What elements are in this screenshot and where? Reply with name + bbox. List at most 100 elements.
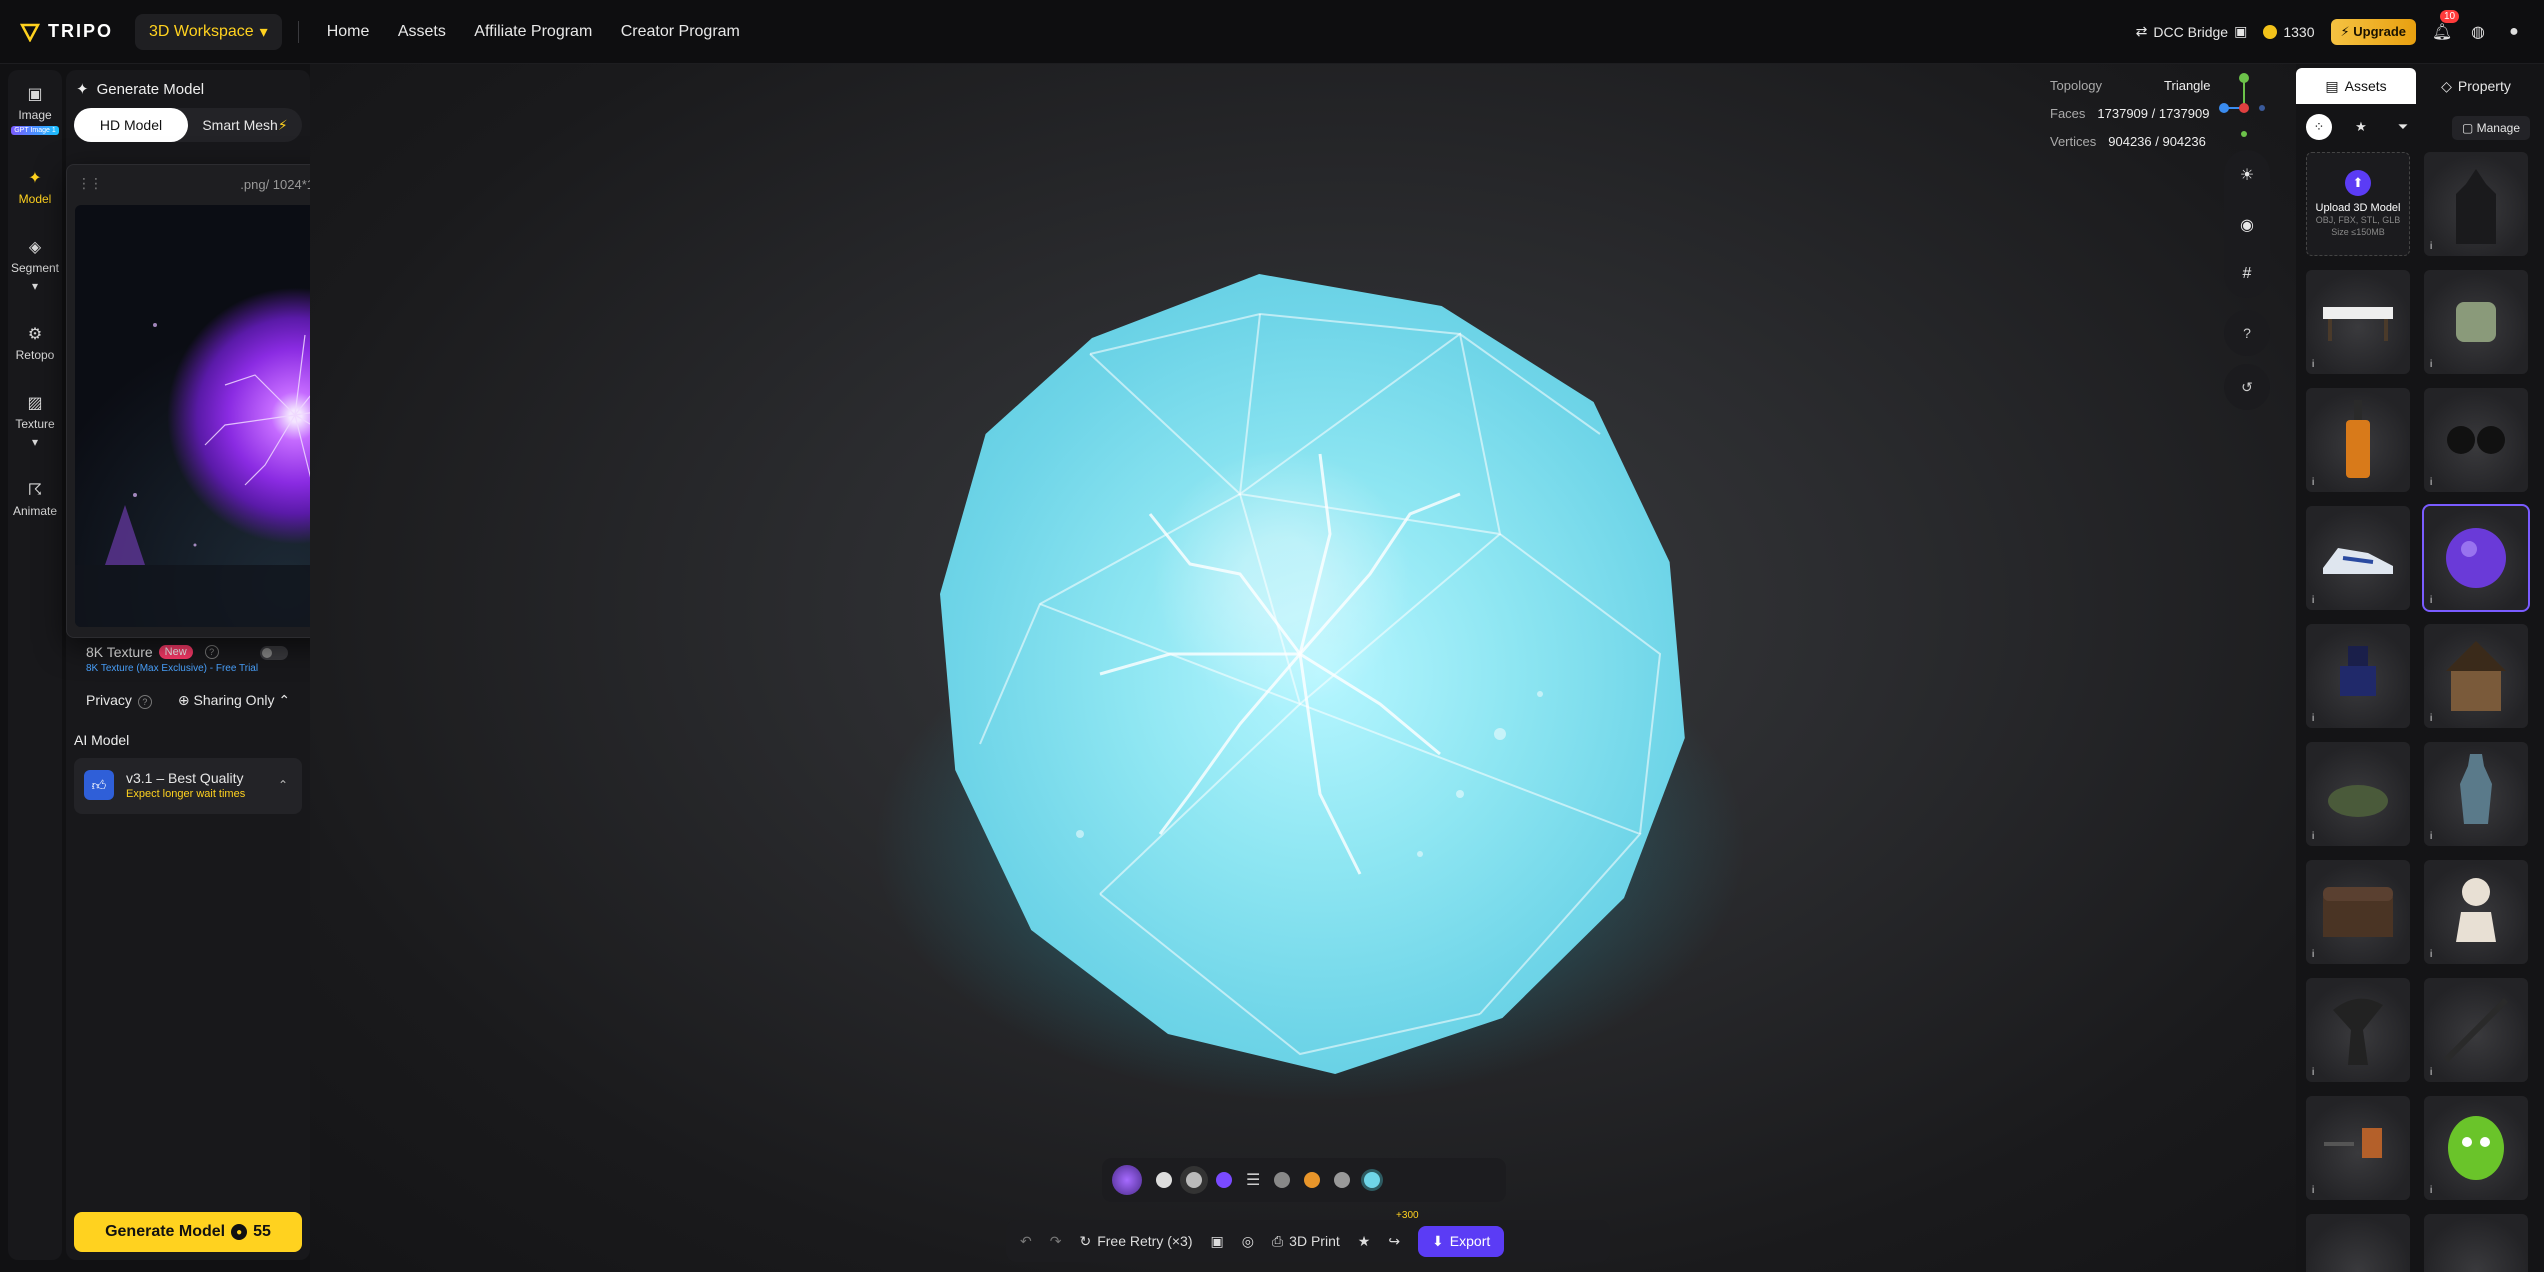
star-icon[interactable]: ★ [2348, 114, 2374, 140]
privacy-select[interactable]: ⊕ Sharing Only ⌃ [178, 692, 290, 709]
language-button[interactable]: ◍ [2468, 22, 2488, 42]
texture-preview-icon[interactable] [1112, 1165, 1142, 1195]
info-icon[interactable]: i [2312, 713, 2314, 724]
account-button[interactable]: ● [2504, 22, 2524, 42]
info-icon[interactable]: i [2430, 241, 2432, 252]
asset-alien[interactable]: i [2306, 978, 2410, 1082]
info-icon[interactable]: i [2312, 477, 2314, 488]
matcap-purple-icon[interactable] [1216, 1172, 1232, 1188]
asset-bottle[interactable]: i [2306, 388, 2410, 492]
share-icon[interactable]: ↪ [1388, 1233, 1400, 1250]
asset-crystal-orb[interactable]: i [2422, 504, 2530, 612]
nav-home[interactable]: Home [327, 23, 370, 40]
retopo-icon: ⚙ [27, 326, 43, 343]
vertices-value: 904236 / 904236 [2108, 134, 2206, 149]
tab-property[interactable]: ◇ Property [2416, 68, 2536, 104]
axis-gizmo-icon[interactable] [2210, 68, 2270, 138]
asset-figure-b[interactable]: i [2424, 1214, 2528, 1272]
asset-rocks[interactable]: i [2306, 742, 2410, 846]
info-icon[interactable]: i [2312, 1185, 2314, 1196]
mode-hd-model[interactable]: HD Model [74, 108, 188, 142]
matcap-cyan-icon[interactable] [1364, 1172, 1381, 1188]
generate-model-button[interactable]: Generate Model ● 55 [74, 1212, 302, 1252]
info-icon[interactable]: i [2312, 831, 2314, 842]
segment-icon: ◈ [28, 239, 42, 256]
workspace-dropdown[interactable]: 3D Workspace ▾ [135, 13, 282, 50]
info-icon[interactable]: i [2312, 1067, 2314, 1078]
3d-print-button[interactable]: ⎙ 3D Print [1272, 1233, 1340, 1250]
tool-image[interactable]: ▣ Image GPT Image 1 [8, 70, 62, 148]
star-icon[interactable]: ★ [1358, 1233, 1371, 1250]
info-icon[interactable]: i [2312, 595, 2314, 606]
asset-vase[interactable]: i [2424, 742, 2528, 846]
asset-sword[interactable]: i [2424, 978, 2528, 1082]
nav-affiliate[interactable]: Affiliate Program [474, 23, 592, 40]
matcap-silver-icon[interactable] [1334, 1172, 1351, 1188]
asset-figure-a[interactable]: i [2306, 1214, 2410, 1272]
asset-green-creature[interactable]: i [2424, 1096, 2528, 1200]
asset-chest[interactable]: i [2306, 860, 2410, 964]
bell-icon: 🔔︎ [2431, 23, 2453, 41]
manage-button[interactable]: ▢ Manage [2451, 116, 2530, 140]
matcap-white-icon[interactable] [1156, 1172, 1172, 1188]
dcc-bridge-button[interactable]: ⇄ DCC Bridge ▣ [2136, 23, 2248, 40]
upgrade-button[interactable]: ⚡ Upgrade [2330, 18, 2416, 45]
info-icon[interactable]: i [2430, 713, 2432, 724]
matcap-clay-icon[interactable] [1274, 1172, 1291, 1188]
view-icon[interactable]: ◎ [1242, 1233, 1254, 1250]
vertices-row: Vertices 904236 / 904236 [2050, 128, 2211, 156]
grid-icon[interactable]: # [2224, 250, 2270, 298]
nav-assets[interactable]: Assets [398, 23, 446, 40]
help-icon[interactable]: ? [137, 695, 152, 709]
nav-creator[interactable]: Creator Program [621, 23, 740, 40]
tool-model[interactable]: ✦ Model [8, 148, 62, 226]
asset-castle[interactable]: i [2424, 152, 2528, 256]
help-icon[interactable]: ? [204, 645, 219, 659]
asset-chair-table[interactable]: i [2306, 1096, 2410, 1200]
undo-icon[interactable]: ↶ [1020, 1233, 1032, 1250]
credits-display[interactable]: 1330 [2263, 24, 2315, 40]
notifications-button[interactable]: 🔔︎ 10 [2431, 9, 2460, 42]
help-button[interactable]: ? [2224, 310, 2270, 356]
light-icon[interactable]: ☀ [2224, 150, 2270, 200]
asset-robot[interactable]: i [2306, 624, 2410, 728]
asset-bust[interactable]: i [2424, 860, 2528, 964]
info-icon[interactable]: i [2430, 595, 2432, 606]
asset-earbuds[interactable]: i [2424, 388, 2528, 492]
export-button[interactable]: +300 ⬇ Export [1396, 1210, 1505, 1257]
upload-3d-model[interactable]: ⬆ Upload 3D Model OBJ, FBX, STL, GLB Siz… [2306, 152, 2410, 256]
info-icon[interactable]: i [2430, 831, 2432, 842]
3d-viewport[interactable]: Topology Triangle Faces 1737909 / 1737909 … [310, 64, 2300, 1272]
tool-animate[interactable]: ☈ Animate [8, 460, 62, 538]
grid-view-icon[interactable]: ⁘ [2306, 114, 2332, 140]
info-icon[interactable]: i [2430, 949, 2432, 960]
tab-assets[interactable]: ▤ Assets [2296, 68, 2416, 104]
info-icon[interactable]: i [2430, 477, 2432, 488]
asset-sneaker[interactable]: i [2306, 506, 2410, 610]
info-icon[interactable]: i [2312, 949, 2314, 960]
ai-model-select[interactable]: 👍︎ v3.1 – Best Quality Expect longer wai… [74, 758, 302, 814]
redo-icon[interactable]: ↷ [1050, 1233, 1062, 1250]
matcap-gray-icon[interactable] [1186, 1172, 1202, 1188]
camera-icon[interactable]: ◉ [2224, 200, 2270, 250]
info-icon[interactable]: i [2430, 1067, 2432, 1078]
matcap-orange-icon[interactable] [1304, 1172, 1321, 1188]
free-retry-button[interactable]: ↻ Free Retry (×3) [1079, 1233, 1192, 1250]
brand-logo[interactable]: TRIPO [20, 21, 113, 42]
sliders-icon[interactable]: ☰ [1246, 1170, 1260, 1190]
asset-house[interactable]: i [2424, 624, 2528, 728]
question-icon: ? [2243, 325, 2251, 341]
tool-segment[interactable]: ◈ Segment ▾ [8, 226, 62, 304]
history-button[interactable]: ↺ [2224, 364, 2270, 410]
asset-armchair[interactable]: i [2424, 270, 2528, 374]
mode-smart-mesh[interactable]: Smart Mesh ⚡ [188, 108, 302, 142]
gift-icon[interactable]: ▣ [1211, 1233, 1224, 1250]
info-icon[interactable]: i [2312, 359, 2314, 370]
tool-texture[interactable]: ▨ Texture ▾ [8, 382, 62, 460]
tool-retopo[interactable]: ⚙ Retopo [8, 304, 62, 382]
info-icon[interactable]: i [2430, 359, 2432, 370]
texture-8k-toggle[interactable] [260, 646, 288, 660]
info-icon[interactable]: i [2430, 1185, 2432, 1196]
asset-table[interactable]: i [2306, 270, 2410, 374]
filter-icon[interactable]: ⏷ [2390, 114, 2416, 140]
